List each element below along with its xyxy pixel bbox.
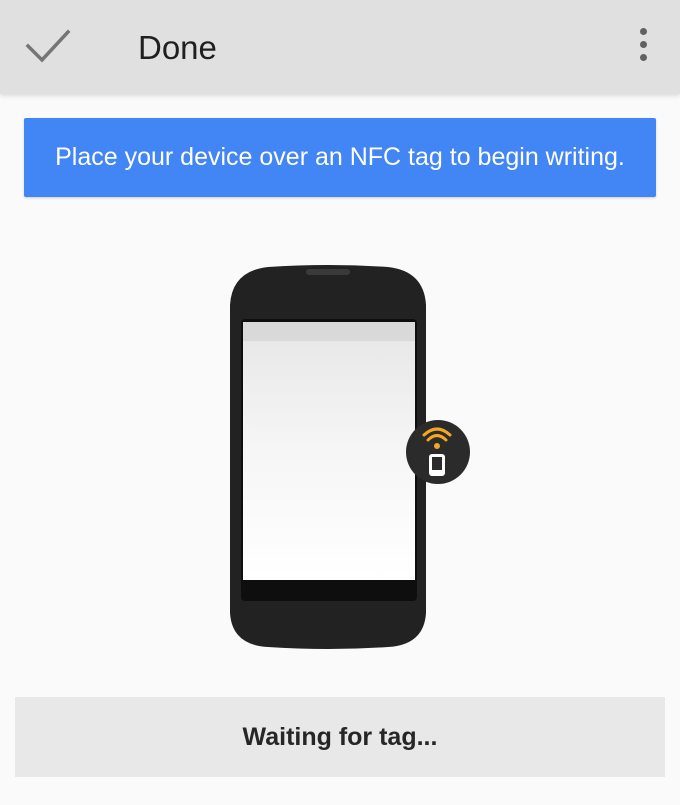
instruction-banner: Place your device over an NFC tag to beg… <box>24 118 656 197</box>
more-options-icon[interactable] <box>628 22 658 66</box>
check-icon <box>25 29 71 63</box>
done-button[interactable]: Done <box>22 18 217 74</box>
nfc-tag-icon <box>406 420 470 484</box>
status-bar: Waiting for tag... <box>15 697 665 777</box>
action-bar: Done <box>0 0 680 94</box>
phone-illustration <box>230 265 426 649</box>
done-label: Done <box>138 29 217 66</box>
nfc-illustration <box>230 265 470 649</box>
